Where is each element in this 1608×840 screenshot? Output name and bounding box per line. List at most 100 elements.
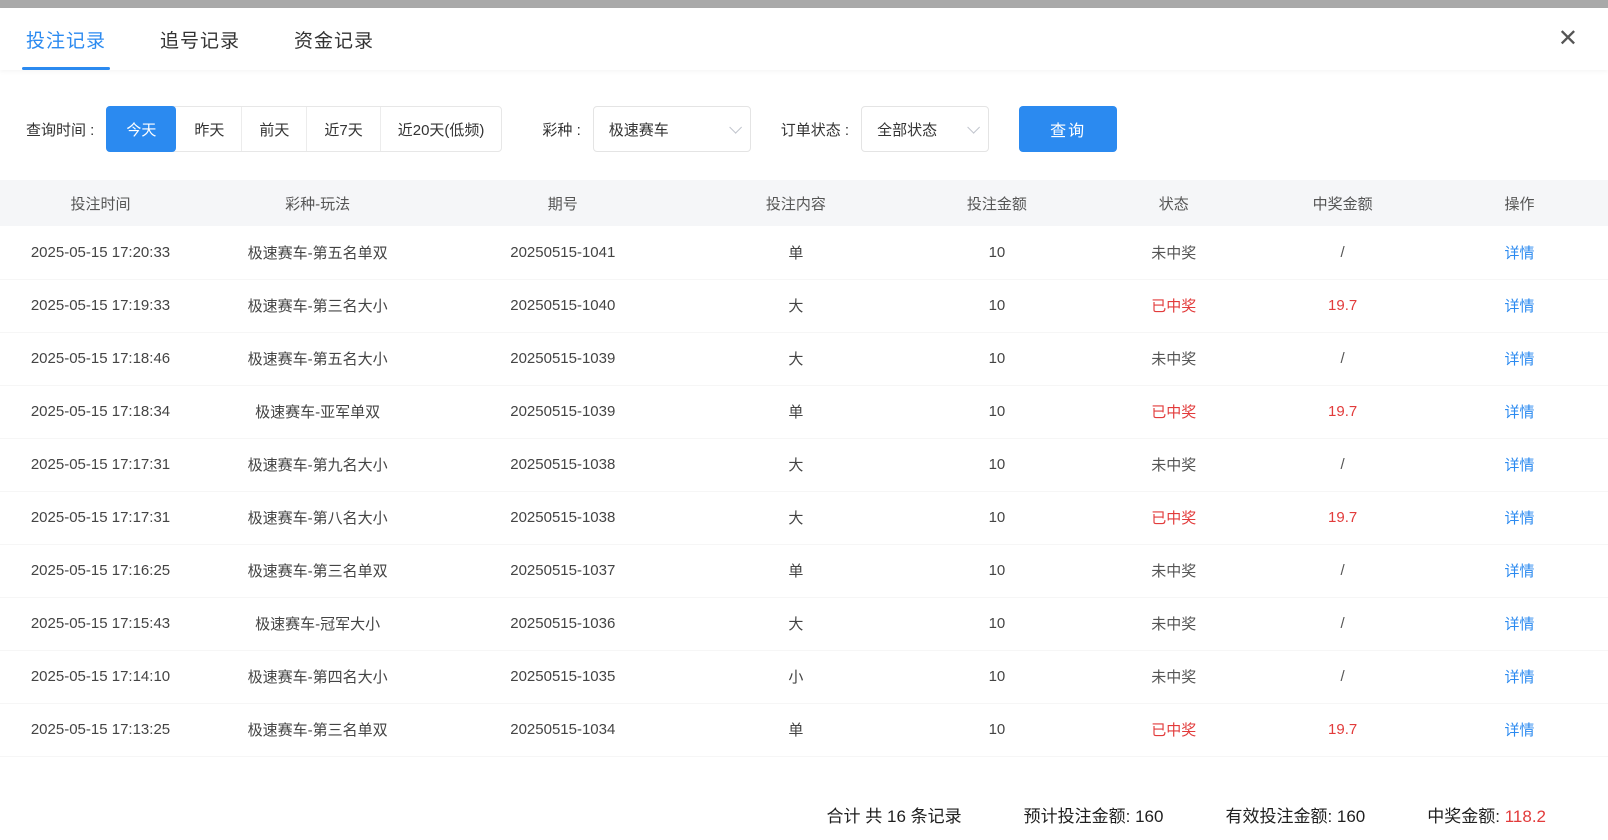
status-badge: 已中奖: [1093, 703, 1254, 756]
prize-amount: /: [1254, 544, 1431, 597]
table-row: 2025-05-15 17:14:10极速赛车-第四名大小20250515-10…: [0, 650, 1608, 703]
time-range-option[interactable]: 近20天(低频): [380, 107, 502, 151]
table-row: 2025-05-15 17:13:25极速赛车-第三名单双20250515-10…: [0, 703, 1608, 756]
bet-content: 大: [691, 438, 900, 491]
table-row: 2025-05-15 17:19:33极速赛车-第三名大小20250515-10…: [0, 279, 1608, 332]
status-badge: 已中奖: [1093, 279, 1254, 332]
time-range-group: 今天昨天前天近7天近20天(低频): [106, 106, 502, 152]
order-status-select[interactable]: 全部状态: [861, 106, 989, 152]
game-play: 极速赛车-第四名大小: [201, 650, 434, 703]
status-badge: 未中奖: [1093, 544, 1254, 597]
game-play: 极速赛车-第三名单双: [201, 544, 434, 597]
column-header: 状态: [1093, 180, 1254, 226]
bet-time: 2025-05-15 17:17:31: [0, 491, 201, 544]
detail-link[interactable]: 详情: [1431, 650, 1608, 703]
prize-amount: 19.7: [1254, 491, 1431, 544]
tab-betting-records[interactable]: 投注记录: [26, 8, 106, 70]
detail-link[interactable]: 详情: [1431, 544, 1608, 597]
bet-content: 大: [691, 279, 900, 332]
detail-link[interactable]: 详情: [1431, 279, 1608, 332]
status-filter-label: 订单状态 :: [781, 119, 849, 140]
issue-number: 20250515-1036: [434, 597, 691, 650]
summary-total-records: 合计 共 16 条记录: [827, 802, 962, 827]
bet-time: 2025-05-15 17:19:33: [0, 279, 201, 332]
prize-amount: 19.7: [1254, 385, 1431, 438]
issue-number: 20250515-1034: [434, 703, 691, 756]
bet-amount: 10: [900, 438, 1093, 491]
detail-link[interactable]: 详情: [1431, 332, 1608, 385]
tab-list: 投注记录 追号记录 资金记录: [26, 8, 374, 70]
detail-link[interactable]: 详情: [1431, 226, 1608, 279]
chevron-down-icon: [967, 121, 980, 134]
game-play: 极速赛车-亚军单双: [201, 385, 434, 438]
table-row: 2025-05-15 17:17:31极速赛车-第八名大小20250515-10…: [0, 491, 1608, 544]
status-badge: 未中奖: [1093, 226, 1254, 279]
lottery-select-value: 极速赛车: [609, 119, 669, 140]
bet-content: 单: [691, 226, 900, 279]
detail-link[interactable]: 详情: [1431, 438, 1608, 491]
bet-amount: 10: [900, 544, 1093, 597]
issue-number: 20250515-1038: [434, 438, 691, 491]
summary-expected-amount: 预计投注金额: 160: [1024, 802, 1164, 827]
status-badge: 未中奖: [1093, 438, 1254, 491]
column-header: 投注内容: [691, 180, 900, 226]
bet-amount: 10: [900, 385, 1093, 438]
detail-link[interactable]: 详情: [1431, 597, 1608, 650]
time-range-option[interactable]: 今天: [106, 106, 176, 152]
issue-number: 20250515-1040: [434, 279, 691, 332]
issue-number: 20250515-1039: [434, 385, 691, 438]
bet-content: 单: [691, 544, 900, 597]
game-play: 极速赛车-第八名大小: [201, 491, 434, 544]
chevron-down-icon: [729, 121, 742, 134]
top-strip: [0, 0, 1608, 8]
status-badge: 未中奖: [1093, 650, 1254, 703]
table-row: 2025-05-15 17:15:43极速赛车-冠军大小20250515-103…: [0, 597, 1608, 650]
time-range-option[interactable]: 昨天: [176, 107, 241, 151]
prize-amount: /: [1254, 332, 1431, 385]
bet-content: 单: [691, 703, 900, 756]
bet-amount: 10: [900, 703, 1093, 756]
tab-chase-records[interactable]: 追号记录: [160, 8, 240, 70]
detail-link[interactable]: 详情: [1431, 491, 1608, 544]
tab-fund-records[interactable]: 资金记录: [294, 8, 374, 70]
filter-bar: 查询时间 : 今天昨天前天近7天近20天(低频) 彩种 : 极速赛车 订单状态 …: [0, 106, 1608, 152]
game-play: 极速赛车-第三名单双: [201, 703, 434, 756]
detail-link[interactable]: 详情: [1431, 703, 1608, 756]
table-body: 2025-05-15 17:20:33极速赛车-第五名单双20250515-10…: [0, 226, 1608, 756]
detail-link[interactable]: 详情: [1431, 385, 1608, 438]
prize-amount: 19.7: [1254, 279, 1431, 332]
summary-bar: 合计 共 16 条记录 预计投注金额: 160 有效投注金额: 160 中奖金额…: [0, 762, 1608, 840]
status-badge: 已中奖: [1093, 385, 1254, 438]
bet-time: 2025-05-15 17:14:10: [0, 650, 201, 703]
bet-time: 2025-05-15 17:16:25: [0, 544, 201, 597]
bet-content: 大: [691, 597, 900, 650]
status-badge: 未中奖: [1093, 597, 1254, 650]
column-header: 投注时间: [0, 180, 201, 226]
bet-amount: 10: [900, 650, 1093, 703]
prize-amount: /: [1254, 226, 1431, 279]
close-icon[interactable]: ✕: [1554, 23, 1582, 55]
betting-records-window: 投注记录 追号记录 资金记录 ✕ 查询时间 : 今天昨天前天近7天近20天(低频…: [0, 0, 1608, 840]
issue-number: 20250515-1038: [434, 491, 691, 544]
time-range-option[interactable]: 前天: [241, 107, 306, 151]
issue-number: 20250515-1039: [434, 332, 691, 385]
bet-content: 小: [691, 650, 900, 703]
time-range-option[interactable]: 近7天: [306, 107, 379, 151]
bet-content: 单: [691, 385, 900, 438]
lottery-select[interactable]: 极速赛车: [593, 106, 751, 152]
summary-valid-amount: 有效投注金额: 160: [1225, 802, 1365, 827]
prize-amount: 19.7: [1254, 703, 1431, 756]
search-button[interactable]: 查询: [1019, 106, 1117, 152]
issue-number: 20250515-1037: [434, 544, 691, 597]
table-header-row: 投注时间彩种-玩法期号投注内容投注金额状态中奖金额操作: [0, 180, 1608, 226]
bet-amount: 10: [900, 491, 1093, 544]
records-table-wrap: 投注时间彩种-玩法期号投注内容投注金额状态中奖金额操作 2025-05-15 1…: [0, 180, 1608, 762]
tab-bar: 投注记录 追号记录 资金记录 ✕: [0, 8, 1608, 70]
game-play: 极速赛车-第五名大小: [201, 332, 434, 385]
time-filter-label: 查询时间 :: [26, 119, 94, 140]
summary-prize-label: 中奖金额:: [1427, 807, 1504, 826]
column-header: 彩种-玩法: [201, 180, 434, 226]
table-row: 2025-05-15 17:17:31极速赛车-第九名大小20250515-10…: [0, 438, 1608, 491]
prize-amount: /: [1254, 650, 1431, 703]
game-play: 极速赛车-第三名大小: [201, 279, 434, 332]
